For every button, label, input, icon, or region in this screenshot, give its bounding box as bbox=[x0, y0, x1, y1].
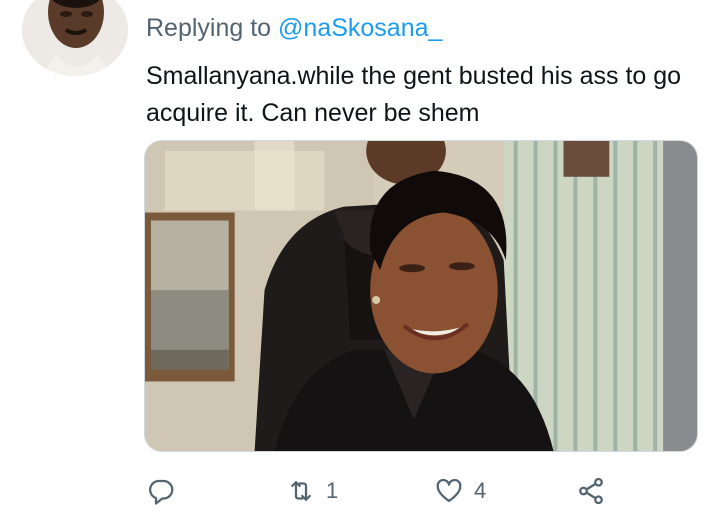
truncated-header-line bbox=[146, 0, 446, 2]
retweet-icon bbox=[291, 481, 311, 501]
reply-icon bbox=[149, 479, 174, 505]
retweet-count: 1 bbox=[326, 478, 339, 503]
reply-prefix: Replying to bbox=[146, 14, 272, 42]
reply-handle-link[interactable]: @naSkosana_ bbox=[278, 14, 442, 42]
avatar-image bbox=[22, 0, 128, 76]
like-button[interactable]: 4 bbox=[434, 474, 486, 508]
heart-icon bbox=[436, 478, 462, 503]
share-button[interactable] bbox=[576, 474, 606, 508]
tweet-media-photo[interactable] bbox=[144, 140, 698, 452]
tweet-actions: 1 4 bbox=[146, 474, 616, 508]
reply-button[interactable] bbox=[146, 474, 186, 508]
avatar[interactable] bbox=[22, 0, 128, 76]
tweet-text: Smallanyana.while the gent busted his as… bbox=[146, 62, 682, 127]
reply-context: Replying to @naSkosana_ bbox=[146, 14, 442, 43]
retweet-button[interactable]: 1 bbox=[286, 474, 338, 508]
like-count: 4 bbox=[474, 478, 487, 503]
tweet: Replying to @naSkosana_ Smallanyana.whil… bbox=[0, 0, 720, 524]
photo-illustration bbox=[145, 141, 697, 451]
share-icon bbox=[579, 477, 603, 505]
